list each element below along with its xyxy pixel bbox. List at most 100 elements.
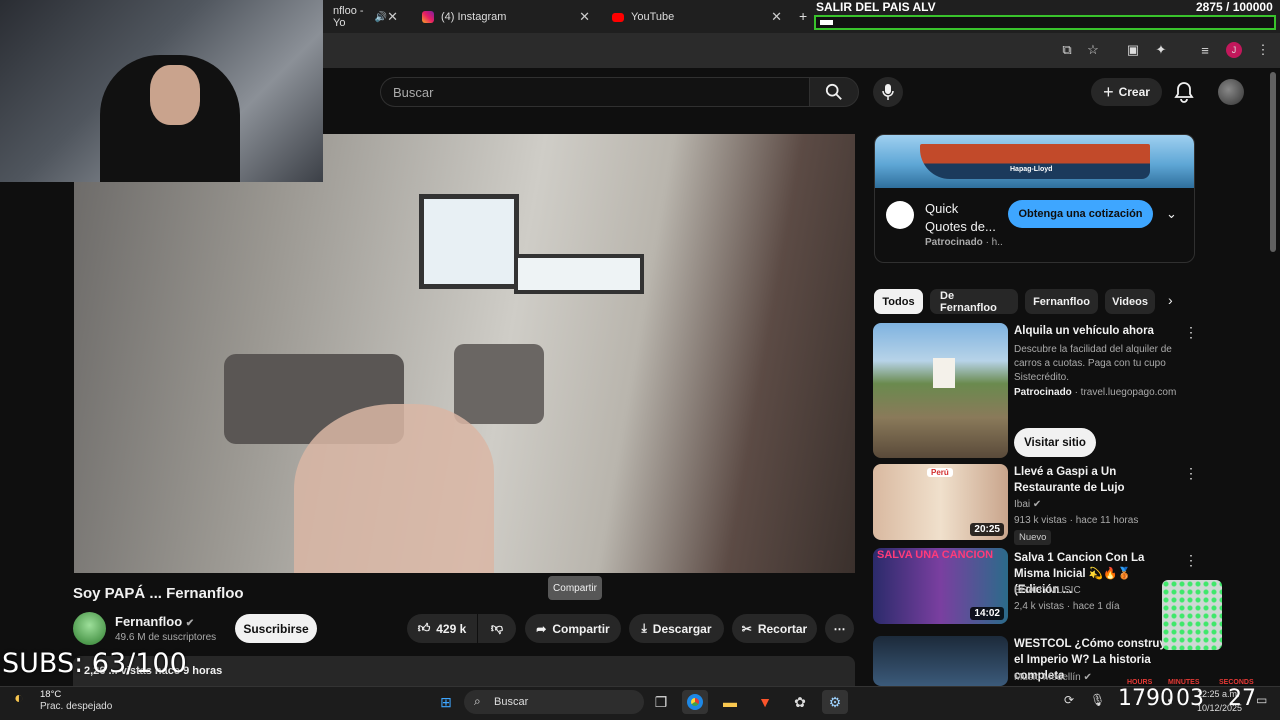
speaker-icon[interactable]: 🔊 bbox=[375, 12, 387, 23]
cast-icon[interactable]: ⧉ bbox=[1059, 42, 1075, 58]
mic-tray-icon[interactable]: 🎙︎ bbox=[1090, 693, 1105, 707]
profile-icon[interactable]: J bbox=[1226, 42, 1242, 58]
new-badge: Nuevo bbox=[1014, 530, 1052, 545]
weather-temperature[interactable]: 18°C bbox=[40, 689, 61, 700]
notifications-bell-icon[interactable] bbox=[1174, 81, 1196, 103]
donation-jar-widget bbox=[1162, 580, 1222, 650]
app-icon[interactable]: ✿ bbox=[787, 690, 813, 714]
file-explorer-icon[interactable]: ▬ bbox=[717, 690, 743, 714]
create-button[interactable]: + Crear bbox=[1091, 78, 1162, 106]
chip-videos[interactable]: Videos bbox=[1105, 289, 1155, 314]
more-icon[interactable]: ⋮ bbox=[1184, 465, 1198, 482]
tab-fernanfloo[interactable]: nfloo - Yo 🔊 ✕ bbox=[323, 4, 408, 30]
extensions-icon[interactable]: ✦ bbox=[1153, 42, 1169, 58]
scissors-icon: ✂ bbox=[741, 621, 752, 636]
ad-logo[interactable] bbox=[886, 201, 914, 229]
rec-channel[interactable]: Ibai ✔ bbox=[1014, 498, 1041, 512]
chip-fernanfloo[interactable]: Fernanfloo bbox=[1025, 289, 1098, 314]
share-tooltip: Compartir bbox=[548, 576, 602, 600]
tab-instagram[interactable]: (4) Instagram ✕ bbox=[412, 4, 600, 30]
menu-icon[interactable]: ⋮ bbox=[1255, 42, 1271, 58]
video-window-frame bbox=[419, 194, 519, 289]
ad-sponsor-tail: · h.. bbox=[985, 237, 1003, 248]
weather-icon[interactable]: ◐ bbox=[14, 690, 24, 708]
rec-sponsor-label: Patrocinado bbox=[1014, 387, 1072, 398]
tab-youtube[interactable]: YouTube ✕ bbox=[602, 4, 792, 30]
video-player[interactable] bbox=[74, 134, 855, 573]
picture-in-picture-icon[interactable]: ▣ bbox=[1125, 42, 1141, 58]
rec-thumbnail[interactable] bbox=[873, 636, 1008, 686]
channel-name[interactable]: Fernanfloo ✔ bbox=[115, 614, 194, 629]
battery-icon[interactable]: ▭ bbox=[1256, 693, 1267, 707]
download-label: Descargar bbox=[652, 621, 712, 636]
channel-avatar[interactable] bbox=[73, 612, 106, 645]
voice-search-button[interactable] bbox=[873, 77, 903, 107]
share-label: Compartir bbox=[552, 621, 610, 636]
close-icon[interactable]: ✕ bbox=[579, 9, 590, 25]
like-button[interactable]: 👍︎ 429 k bbox=[407, 614, 477, 643]
rec-thumbnail[interactable] bbox=[873, 323, 1008, 458]
like-count: 429 k bbox=[436, 621, 467, 636]
bookmark-star-icon[interactable]: ☆ bbox=[1085, 42, 1101, 58]
rec-sponsor: Patrocinado · travel.luegopago.com bbox=[1014, 386, 1176, 400]
instagram-icon bbox=[422, 11, 434, 23]
dislike-button[interactable]: 👎︎ bbox=[478, 614, 516, 643]
chip-de-fernanfloo[interactable]: De Fernanfloo bbox=[930, 289, 1018, 314]
ad-banner-brand: Hapag-Lloyd bbox=[1010, 166, 1053, 173]
more-icon[interactable]: ⋮ bbox=[1184, 552, 1198, 569]
taskbar-search-label: Buscar bbox=[494, 696, 529, 708]
rec-description: Descubre la facilidad del alquiler de ca… bbox=[1014, 344, 1172, 383]
rec-thumbnail[interactable]: Perú 20:25 bbox=[873, 464, 1008, 540]
account-avatar[interactable] bbox=[1218, 79, 1244, 105]
visit-site-button[interactable]: Visitar sitio bbox=[1014, 428, 1096, 457]
ad-cta-button[interactable]: Obtenga una cotización bbox=[1008, 200, 1153, 228]
task-view-icon[interactable]: ❐ bbox=[648, 690, 674, 714]
rec-channel[interactable]: BRAHYMUSIC bbox=[1014, 584, 1081, 598]
rec-thumbnail[interactable]: SALVA UNA CANCION 14:02 bbox=[873, 548, 1008, 624]
chevron-down-icon[interactable]: ⌄ bbox=[1166, 206, 1177, 222]
search-button[interactable] bbox=[809, 77, 859, 107]
video-armchair bbox=[454, 344, 544, 424]
rec-channel-name: Music Medellín bbox=[1014, 672, 1081, 683]
verified-icon: ✔ bbox=[1083, 672, 1092, 683]
weather-description[interactable]: Prac. despejado bbox=[40, 701, 112, 712]
more-icon[interactable]: ⋮ bbox=[1184, 324, 1198, 341]
more-actions-button[interactable]: ⋯ bbox=[825, 614, 854, 643]
thumb-peru-badge: Perú bbox=[927, 468, 953, 477]
close-icon[interactable]: ✕ bbox=[387, 9, 398, 25]
steam-icon[interactable]: ⚙ bbox=[822, 690, 848, 714]
rec-title[interactable]: Llevé a Gaspi a Un Restaurante de Lujo bbox=[1014, 464, 1174, 496]
page-scrollbar[interactable] bbox=[1270, 72, 1276, 252]
chevron-right-icon[interactable]: › bbox=[1168, 292, 1173, 308]
rec-channel[interactable]: Music Medellín ✔ bbox=[1014, 671, 1092, 685]
tab-label: YouTube bbox=[631, 11, 675, 23]
taskbar-search[interactable]: ⌕ Buscar bbox=[464, 690, 644, 714]
clip-label: Recortar bbox=[757, 621, 808, 636]
cargo-ship-image: Hapag-Lloyd bbox=[920, 144, 1150, 179]
download-button[interactable]: ⤓ Descargar bbox=[629, 614, 724, 643]
brave-browser-icon[interactable]: ▼ bbox=[752, 690, 778, 714]
chrome-icon[interactable] bbox=[682, 690, 708, 714]
rec-title[interactable]: Alquila un vehículo ahora bbox=[1014, 323, 1174, 339]
new-tab-icon[interactable]: + bbox=[799, 8, 807, 24]
close-icon[interactable]: ✕ bbox=[771, 9, 782, 25]
share-button[interactable]: ➦ Compartir bbox=[525, 614, 621, 643]
video-window-frame bbox=[514, 254, 644, 294]
windows-start-icon[interactable]: ⊞ bbox=[433, 690, 459, 714]
stream-timer-minutes: 03 bbox=[1176, 686, 1204, 711]
search-input[interactable]: Buscar bbox=[380, 77, 810, 107]
video-hand bbox=[294, 404, 494, 573]
subs-overlay: SUBS: 63/100 bbox=[2, 648, 187, 679]
thumb-caption: SALVA UNA CANCION bbox=[877, 549, 994, 561]
subscribe-button[interactable]: Suscribirse bbox=[235, 614, 317, 643]
sync-icon[interactable]: ⟳ bbox=[1064, 693, 1074, 707]
media-control-icon[interactable]: ≡ bbox=[1197, 42, 1213, 58]
chip-todos[interactable]: Todos bbox=[874, 289, 923, 314]
video-duration: 14:02 bbox=[970, 607, 1004, 620]
tab-label: nfloo - Yo bbox=[333, 5, 364, 29]
timer-minutes-label: MINUTES bbox=[1168, 679, 1200, 686]
ad-card[interactable]: Hapag-Lloyd bbox=[874, 134, 1195, 263]
clip-button[interactable]: ✂ Recortar bbox=[732, 614, 817, 643]
ad-title[interactable]: Quick Quotes de... bbox=[925, 200, 1000, 236]
channel-name-text: Fernanfloo bbox=[115, 614, 183, 629]
